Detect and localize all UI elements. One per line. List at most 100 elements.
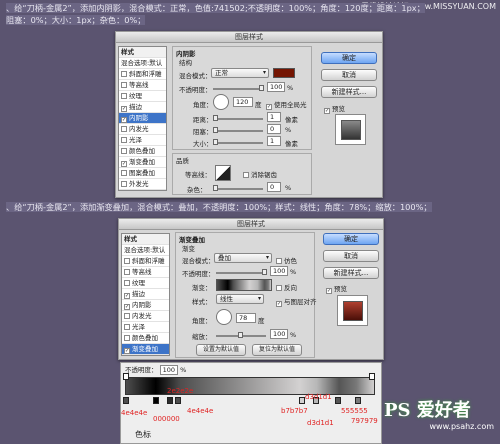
style-checkbox[interactable] <box>121 137 127 143</box>
style-checkbox[interactable] <box>121 148 127 154</box>
style-checkbox[interactable] <box>124 269 130 275</box>
color-stop-8[interactable] <box>355 397 361 404</box>
antialias-option[interactable]: 消除锯齿 <box>243 169 277 179</box>
blend-mode-select[interactable]: 叠加 <box>214 253 272 263</box>
preview-option[interactable]: 预览 <box>326 283 347 294</box>
size-slider[interactable] <box>213 139 263 145</box>
color-stop-2[interactable] <box>153 397 159 404</box>
opacity-slider[interactable] <box>213 85 264 91</box>
style-list-item[interactable]: 内阴影 <box>119 113 166 124</box>
style-checkbox[interactable] <box>124 313 130 319</box>
style-list-item[interactable]: 内发光 <box>119 124 166 135</box>
dither-checkbox[interactable] <box>276 258 282 264</box>
noise-slider[interactable] <box>213 185 263 191</box>
style-checkbox[interactable] <box>124 324 130 330</box>
style-checkbox[interactable] <box>121 71 127 77</box>
angle-field[interactable]: 78 <box>236 313 256 323</box>
gradient-opacity-field[interactable]: 100 <box>159 365 178 375</box>
style-checkbox[interactable] <box>121 106 127 112</box>
distance-slider[interactable] <box>213 115 263 121</box>
style-list-item[interactable]: 颜色叠加 <box>122 333 169 344</box>
style-checkbox[interactable] <box>121 82 127 88</box>
style-list-item[interactable]: 斜面和浮雕 <box>119 69 166 80</box>
style-list-item[interactable]: 外发光 <box>119 179 166 190</box>
style-checkbox[interactable] <box>124 304 130 310</box>
preview-checkbox[interactable] <box>324 108 330 114</box>
opacity-stop-right[interactable] <box>369 373 375 380</box>
new-style-button[interactable]: 新建样式... <box>323 267 379 279</box>
ok-button[interactable]: 确定 <box>321 52 377 64</box>
style-list-item[interactable]: 样式 <box>122 234 169 245</box>
style-checkbox[interactable] <box>124 348 130 354</box>
style-list-item[interactable]: 等高线 <box>122 267 169 278</box>
gradient-style-select[interactable]: 线性 <box>216 294 264 304</box>
color-stop-3[interactable] <box>167 397 173 404</box>
style-list-item[interactable]: 内发光 <box>122 311 169 322</box>
noise-field[interactable]: 0 <box>267 182 281 192</box>
color-stop-4[interactable] <box>175 397 181 404</box>
set-default-button[interactable]: 设置为默认值 <box>196 344 246 356</box>
antialias-checkbox[interactable] <box>243 172 249 178</box>
style-checkbox[interactable] <box>121 181 127 187</box>
angle-field[interactable]: 120 <box>233 97 253 107</box>
scale-field[interactable]: 100 <box>270 329 288 339</box>
preview-option[interactable]: 预览 <box>324 103 345 114</box>
ok-button[interactable]: 确定 <box>323 233 379 245</box>
choke-slider[interactable] <box>213 127 263 133</box>
cancel-button[interactable]: 取消 <box>321 69 377 81</box>
style-checkbox[interactable] <box>121 170 127 176</box>
style-list-item[interactable]: 渐变叠加 <box>119 157 166 168</box>
contour-picker[interactable] <box>215 165 231 181</box>
style-list-item[interactable]: 内阴影 <box>122 300 169 311</box>
cancel-button[interactable]: 取消 <box>323 250 379 262</box>
angle-dial[interactable] <box>216 309 232 325</box>
style-list-item[interactable]: 图案叠加 <box>119 168 166 179</box>
style-list-item[interactable]: 光泽 <box>122 322 169 333</box>
opacity-stop-left[interactable] <box>123 373 129 380</box>
style-list-item[interactable]: 纹理 <box>119 91 166 102</box>
color-stop-1[interactable] <box>123 397 129 404</box>
style-checkbox[interactable] <box>124 280 130 286</box>
reset-default-button[interactable]: 复位为默认值 <box>252 344 302 356</box>
style-checkbox[interactable] <box>121 161 127 167</box>
opacity-field[interactable]: 100 <box>270 266 288 276</box>
opacity-slider[interactable] <box>216 269 267 275</box>
gradient-picker[interactable] <box>216 279 272 291</box>
global-light-option[interactable]: 使用全局光 <box>266 99 307 110</box>
shadow-color-swatch[interactable] <box>273 68 295 78</box>
color-stop-7[interactable] <box>335 397 341 404</box>
style-list-item[interactable]: 混合选项:默认 <box>122 245 169 256</box>
style-list-item[interactable]: 样式 <box>119 47 166 58</box>
style-list-item[interactable]: 混合选项:默认 <box>119 58 166 69</box>
style-checkbox[interactable] <box>124 293 130 299</box>
new-style-button[interactable]: 新建样式... <box>321 86 377 98</box>
style-checkbox[interactable] <box>121 93 127 99</box>
style-checkbox[interactable] <box>121 126 127 132</box>
dither-option[interactable]: 仿色 <box>276 255 297 265</box>
gradient-bar[interactable] <box>125 377 375 395</box>
style-list-item[interactable]: 斜面和浮雕 <box>122 256 169 267</box>
preview-checkbox[interactable] <box>326 288 332 294</box>
align-option[interactable]: 与图层对齐 <box>276 296 317 307</box>
choke-field[interactable]: 0 <box>267 124 281 134</box>
reverse-option[interactable]: 反向 <box>276 282 297 292</box>
style-list-item[interactable]: 等高线 <box>119 80 166 91</box>
blend-mode-select[interactable]: 正常 <box>211 68 269 78</box>
align-checkbox[interactable] <box>276 301 282 307</box>
global-light-checkbox[interactable] <box>266 104 272 110</box>
angle-dial[interactable] <box>213 94 229 110</box>
scale-slider[interactable] <box>216 332 266 338</box>
distance-field[interactable]: 1 <box>267 112 281 122</box>
opacity-field[interactable]: 100 <box>267 82 285 92</box>
style-checkbox[interactable] <box>124 335 130 341</box>
style-list-item[interactable]: 纹理 <box>122 278 169 289</box>
size-field[interactable]: 1 <box>267 136 281 146</box>
style-list-item[interactable]: 光泽 <box>119 135 166 146</box>
style-list-item[interactable]: 描边 <box>122 289 169 300</box>
style-checkbox[interactable] <box>124 258 130 264</box>
style-list-item[interactable]: 渐变叠加 <box>122 344 169 355</box>
style-list-item[interactable]: 颜色叠加 <box>119 146 166 157</box>
reverse-checkbox[interactable] <box>276 285 282 291</box>
style-list-item[interactable]: 描边 <box>119 102 166 113</box>
style-checkbox[interactable] <box>121 117 127 123</box>
